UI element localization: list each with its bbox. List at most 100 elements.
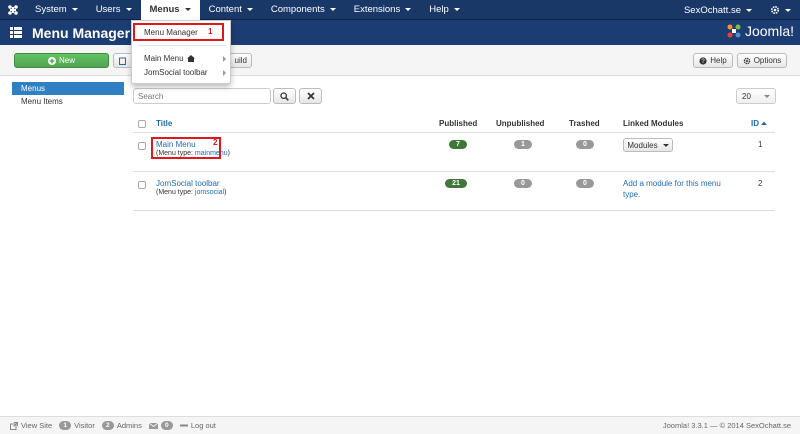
messages-count-badge: 0 <box>160 421 173 430</box>
clear-button[interactable] <box>299 88 322 104</box>
table-row: Main Menu (Menu type: mainmenu) 7 1 0 Mo… <box>133 133 775 172</box>
chevron-down-icon <box>246 8 253 11</box>
user-menu[interactable] <box>761 0 800 20</box>
menu-type-link[interactable]: jomsocial <box>195 189 224 196</box>
options-button-label: Options <box>753 56 782 65</box>
modules-dropdown-button[interactable]: Modules <box>623 138 673 152</box>
help-button-label: Help <box>710 56 727 65</box>
search-button[interactable] <box>273 88 296 104</box>
joomla-brand-icon <box>727 24 741 38</box>
menu-content[interactable]: Content <box>200 0 262 20</box>
version-text: Joomla! 3.3.1 <box>662 421 708 430</box>
joomla-brand: Joomla! <box>726 23 794 39</box>
menu-help[interactable]: Help <box>420 0 469 20</box>
messages-status[interactable]: 0 <box>148 421 173 430</box>
options-button[interactable]: Options <box>737 53 787 68</box>
menu-extensions[interactable]: Extensions <box>345 0 420 20</box>
minus-icon <box>179 424 188 427</box>
new-button[interactable]: New <box>14 53 109 68</box>
topbar-right: SexOchatt.se <box>675 0 800 20</box>
search-icon <box>280 91 289 101</box>
envelope-icon <box>148 422 158 429</box>
page-title: Menu Manager: <box>32 24 135 41</box>
admins-count-badge: 2 <box>101 421 114 430</box>
chevron-down-icon <box>184 8 191 11</box>
chevron-right-icon <box>223 69 226 76</box>
chevron-down-icon <box>71 8 78 11</box>
chevron-down-icon <box>785 8 791 12</box>
question-icon: ? <box>699 56 707 65</box>
sort-asc-icon <box>761 121 768 126</box>
sidebar-item-label: Menus <box>21 84 46 93</box>
add-module-link-continued[interactable]: type. <box>623 190 640 199</box>
dropdown-item-label: JomSocial toolbar <box>144 68 208 77</box>
menu-extensions-label: Extensions <box>353 4 401 15</box>
menu-type-suffix: ) <box>224 189 227 196</box>
menu-menus-label: Menus <box>149 4 180 15</box>
site-link[interactable]: SexOchatt.se <box>675 0 761 20</box>
admins-status: 2 Admins <box>101 421 142 430</box>
sidebar: Menus Menu Items <box>12 82 124 108</box>
chevron-down-icon <box>125 8 132 11</box>
joomla-logo-icon[interactable] <box>0 0 26 20</box>
admins-label: Admins <box>116 421 142 430</box>
unpublished-badge[interactable]: 0 <box>514 179 532 188</box>
trashed-badge[interactable]: 0 <box>576 140 594 149</box>
select-all-checkbox[interactable] <box>138 120 146 128</box>
menu-help-label: Help <box>429 4 449 15</box>
col-id[interactable]: ID <box>751 119 768 128</box>
sidebar-item-menu-items[interactable]: Menu Items <box>12 95 124 108</box>
menu-menus[interactable]: Menus <box>140 0 200 20</box>
annotation-label-1: 1 <box>208 27 213 36</box>
chevron-down-icon <box>405 8 412 11</box>
menu-type-suffix: ) <box>227 150 230 157</box>
row-title-link[interactable]: JomSocial toolbar <box>156 179 220 188</box>
gear-icon <box>743 57 751 64</box>
site-name: SexOchatt.se <box>683 4 741 16</box>
edit-button[interactable] <box>113 53 133 68</box>
home-icon <box>186 55 195 62</box>
col-published: Published <box>439 119 478 128</box>
toolbar: New uild ? Help Options <box>0 45 800 76</box>
menu-system[interactable]: System <box>26 0 87 20</box>
unpublished-badge[interactable]: 1 <box>514 140 532 149</box>
row-id: 1 <box>758 140 763 149</box>
copyright-text: — © 2014 SexOchatt.se <box>710 421 791 430</box>
menu-content-label: Content <box>208 4 242 15</box>
menu-components-label: Components <box>270 4 325 15</box>
published-badge[interactable]: 21 <box>445 179 467 188</box>
trashed-badge[interactable]: 0 <box>576 179 594 188</box>
search-input[interactable] <box>133 88 271 104</box>
col-trashed: Trashed <box>569 119 600 128</box>
status-bar: View Site 1 Visitor 2 Admins 0 Log out J… <box>0 416 800 434</box>
add-module-link[interactable]: Add a module for this menu <box>623 179 721 188</box>
list-limit-value: 20 <box>742 91 751 101</box>
table-row: JomSocial toolbar (Menu type: jomsocial)… <box>133 172 775 211</box>
dropdown-item-main-menu[interactable]: Main Menu <box>132 52 232 65</box>
row-id: 2 <box>758 179 763 188</box>
list-limit-select[interactable]: 20 <box>736 88 776 104</box>
published-badge[interactable]: 7 <box>449 140 467 149</box>
menu-components[interactable]: Components <box>262 0 345 20</box>
chevron-right-icon <box>223 55 226 62</box>
dropdown-item-jomsocial-toolbar[interactable]: JomSocial toolbar <box>132 66 232 79</box>
brand-name: Joomla! <box>744 23 794 39</box>
view-site-link[interactable]: View Site <box>10 421 52 430</box>
chevron-down-icon <box>764 94 770 98</box>
visitors-count-badge: 1 <box>59 421 72 430</box>
sidebar-item-label: Menu Items <box>21 97 63 106</box>
page-header: Menu Manager: Joomla! <box>0 20 800 45</box>
help-button[interactable]: ? Help <box>693 53 733 68</box>
col-id-label: ID <box>751 119 759 128</box>
row-checkbox[interactable] <box>138 142 146 150</box>
menu-users[interactable]: Users <box>87 0 141 20</box>
logout-link[interactable]: Log out <box>179 421 216 430</box>
col-title[interactable]: Title <box>156 119 172 128</box>
row-menu-type: (Menu type: jomsocial) <box>156 189 226 196</box>
dropdown-divider <box>138 45 226 46</box>
footer-version: Joomla! 3.3.1 — © 2014 SexOchatt.se <box>663 421 791 430</box>
logout-label: Log out <box>190 421 216 430</box>
menu-system-label: System <box>35 4 67 15</box>
row-checkbox[interactable] <box>138 181 146 189</box>
sidebar-item-menus[interactable]: Menus <box>12 82 124 95</box>
